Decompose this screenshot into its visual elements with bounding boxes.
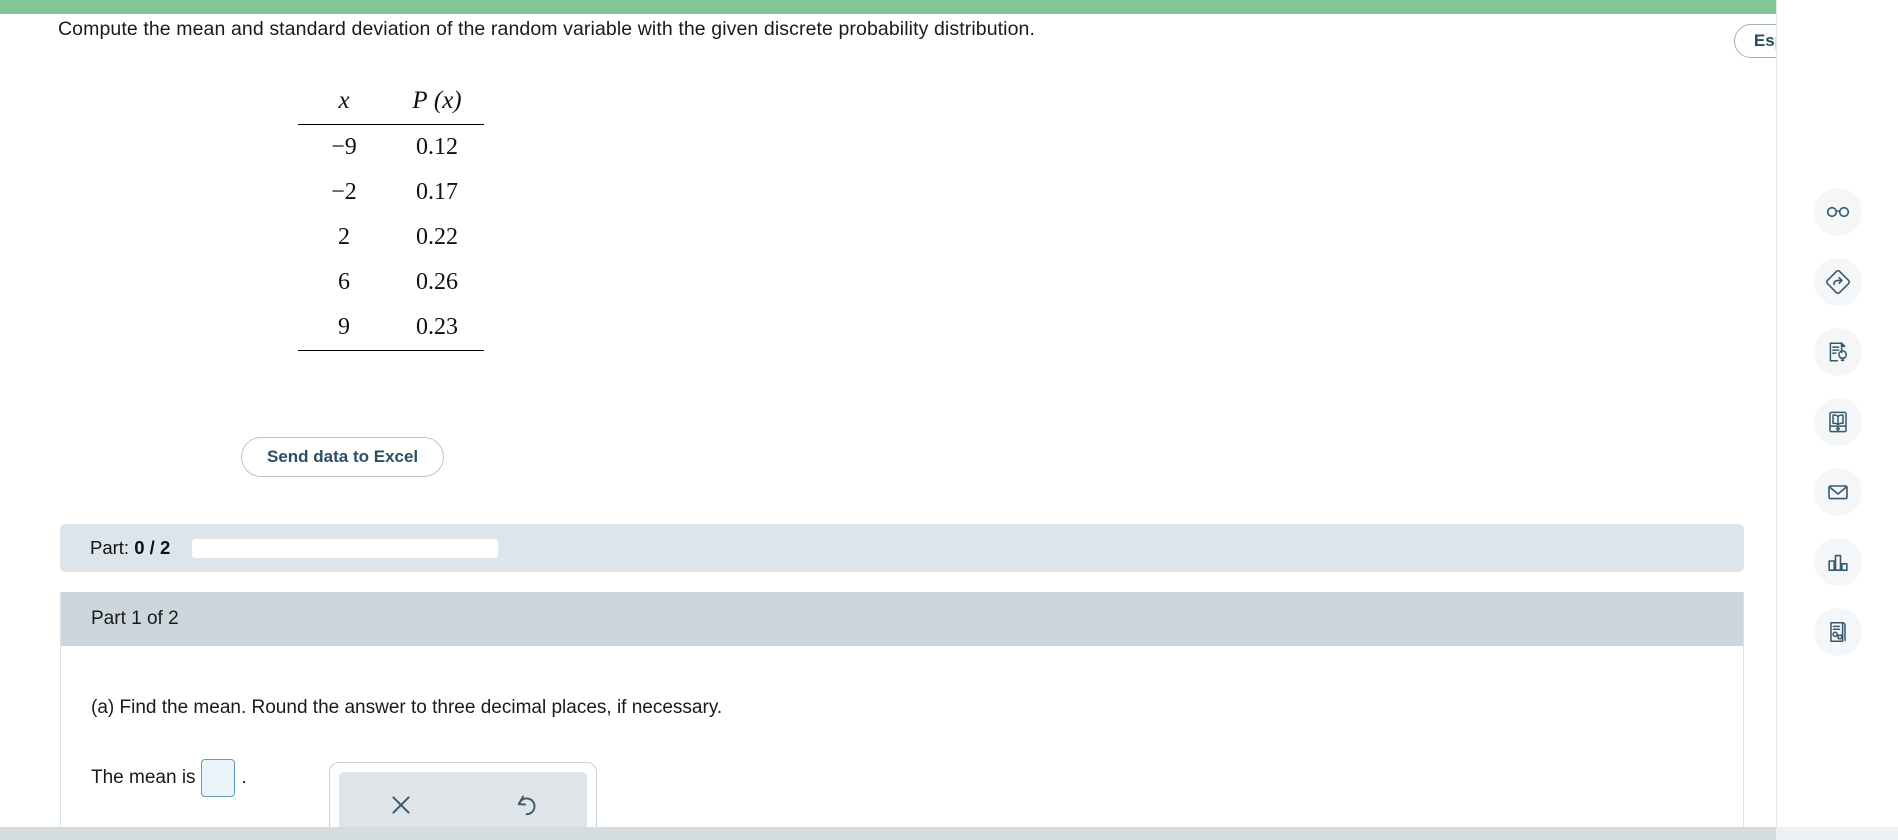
px-function-arg: (x) — [433, 87, 462, 114]
table-body: −9 0.12 −2 0.17 2 0.22 6 0.26 9 0.23 — [298, 125, 484, 351]
px-function-letter: P — [412, 87, 428, 114]
part-progress-completed: 0 — [134, 537, 145, 558]
cell-x: 2 — [338, 224, 350, 250]
document-calculator-icon — [1824, 618, 1852, 646]
rail-item-hint[interactable] — [1813, 328, 1862, 376]
bottom-strip-right — [1776, 827, 1898, 840]
tool-rail — [1776, 0, 1898, 827]
answer-row: The mean is . — [91, 759, 247, 797]
table-header-row: x P (x) — [298, 82, 484, 125]
close-icon — [388, 792, 414, 823]
cell-p: 0.26 — [416, 269, 458, 295]
table-row: −9 0.12 — [298, 125, 484, 171]
table-row: 6 0.26 — [298, 260, 484, 305]
cell-x: −2 — [331, 179, 357, 205]
rail-item-glasses[interactable] — [1813, 188, 1862, 236]
cell-p: 0.17 — [416, 179, 458, 205]
answer-suffix-label: . — [241, 767, 247, 788]
table-row: 9 0.23 — [298, 305, 484, 351]
cell-p: 0.12 — [416, 134, 458, 160]
page-root: Compute the mean and standard deviation … — [0, 0, 1898, 840]
page-title: Compute the mean and standard deviation … — [58, 18, 1036, 40]
answer-prefix-label: The mean is — [91, 767, 196, 788]
cell-x: 9 — [338, 314, 350, 340]
envelope-icon — [1824, 478, 1852, 506]
bar-chart-icon — [1824, 548, 1852, 576]
progress-track — [192, 538, 499, 558]
tool-rail-icons — [1813, 188, 1862, 656]
bottom-scrollbar-strip[interactable] — [0, 827, 1898, 840]
cell-x: 6 — [338, 269, 350, 295]
part-progress-separator: / — [149, 537, 155, 558]
rail-item-message[interactable] — [1813, 468, 1862, 516]
column-header-px: P (x) — [390, 82, 484, 125]
rail-item-stats[interactable] — [1813, 538, 1862, 586]
cell-p: 0.23 — [416, 314, 458, 340]
diamond-arrow-icon — [1824, 268, 1852, 296]
glasses-icon — [1824, 198, 1852, 226]
column-header-x: x — [338, 87, 350, 114]
rail-item-ebook[interactable] — [1813, 398, 1862, 446]
part-card: Part 1 of 2 (a) Find the mean. Round the… — [60, 592, 1744, 828]
send-data-to-excel-button[interactable]: Send data to Excel — [241, 437, 445, 477]
top-accent-bar — [0, 0, 1898, 14]
part-progress-prefix: Part: — [90, 537, 130, 558]
question-text: (a) Find the mean. Round the answer to t… — [91, 697, 723, 718]
part-progress-total: 2 — [159, 537, 171, 558]
distribution-table: x P (x) −9 0.12 −2 0.17 2 0.22 6 0.26 9 … — [298, 82, 484, 351]
part-card-header: Part 1 of 2 — [61, 592, 1743, 646]
mean-answer-input[interactable] — [200, 759, 235, 797]
table-row: −2 0.17 — [298, 170, 484, 215]
part-progress-label: Part: 0 / 2 — [90, 537, 170, 559]
table-row: 2 0.22 — [298, 215, 484, 260]
undo-icon — [512, 792, 538, 823]
part-progress-bar: Part: 0 / 2 — [60, 524, 1744, 572]
rail-item-reference[interactable] — [1813, 608, 1862, 656]
open-book-icon — [1824, 408, 1852, 436]
cell-x: −9 — [331, 134, 357, 160]
rail-item-skip[interactable] — [1813, 258, 1862, 306]
document-hint-icon — [1824, 338, 1852, 366]
cell-p: 0.22 — [416, 224, 458, 250]
